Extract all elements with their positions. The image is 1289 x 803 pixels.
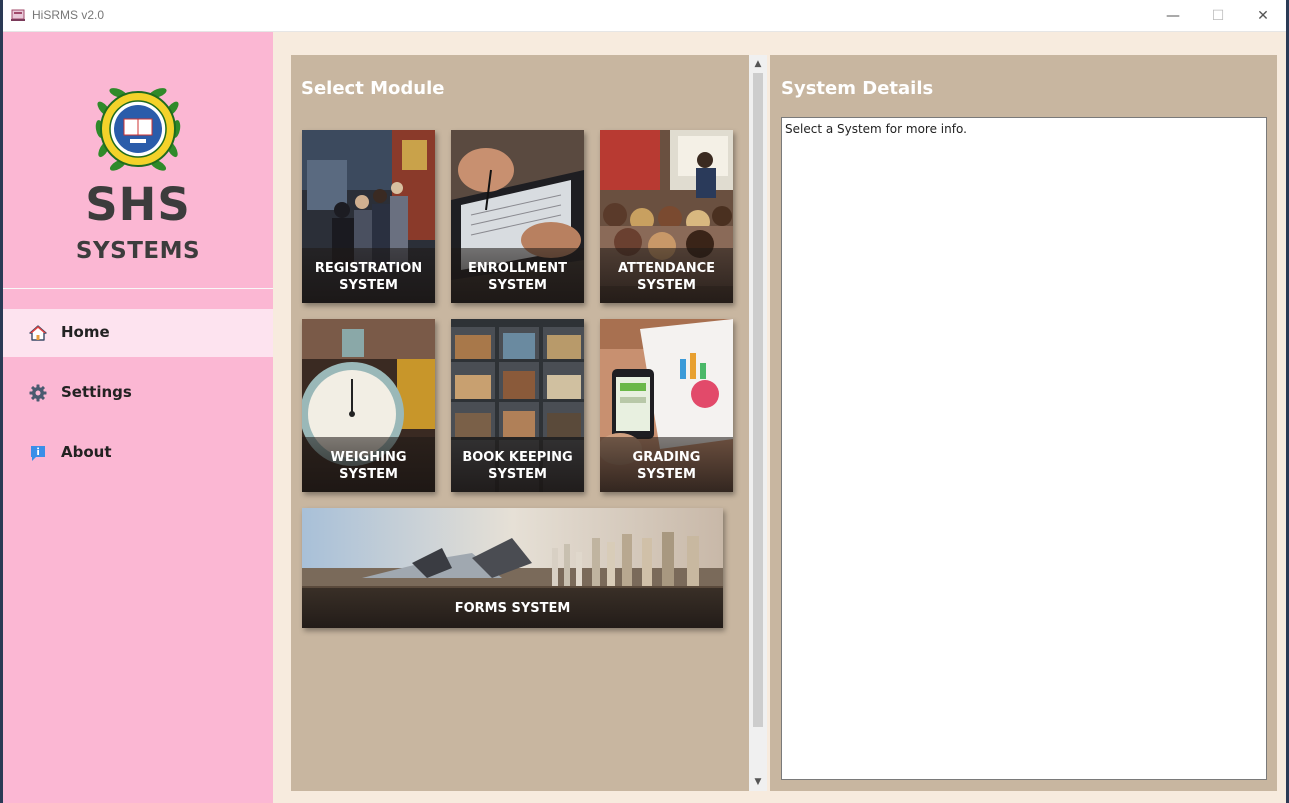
sidebar-item-label: Home	[61, 323, 110, 341]
weighing-system-tile[interactable]: WEIGHING SYSTEM	[302, 319, 435, 492]
school-seal-logo	[95, 88, 181, 171]
app-icon	[11, 9, 25, 21]
sidebar: SHS SYSTEMS Home Settings About	[3, 32, 273, 803]
info-icon	[31, 446, 45, 461]
enrollment-system-tile[interactable]: ENROLLMENT SYSTEM	[451, 130, 584, 303]
tile-label: WEIGHING SYSTEM	[330, 450, 407, 482]
forms-system-tile[interactable]: FORMS SYSTEM	[302, 508, 723, 628]
tile-label: BOOK KEEPING SYSTEM	[462, 450, 573, 482]
sidebar-item-about[interactable]: About	[3, 429, 273, 477]
tile-label: FORMS SYSTEM	[454, 601, 571, 616]
module-panel: Select Module REGISTRATION SYSTEM ENROLL…	[291, 55, 749, 791]
sidebar-item-label: About	[61, 443, 112, 461]
title-bar[interactable]: HiSRMS v2.0 — ☐ ✕	[3, 0, 1286, 32]
tile-label: ENROLLMENT SYSTEM	[468, 261, 567, 293]
scroll-thumb[interactable]	[753, 73, 763, 727]
grading-system-tile[interactable]: GRADING SYSTEM	[600, 319, 733, 492]
brand-title: SHS	[85, 178, 191, 231]
details-panel: System Details Select a System for more …	[770, 55, 1277, 791]
attendance-system-tile[interactable]: ATTENDANCE SYSTEM	[600, 130, 733, 303]
registration-system-tile[interactable]: REGISTRATION SYSTEM	[302, 130, 435, 303]
maximize-button[interactable]: ☐	[1196, 0, 1240, 32]
details-textarea[interactable]: Select a System for more info.	[781, 117, 1267, 780]
book-keeping-system-tile[interactable]: BOOK KEEPING SYSTEM	[451, 319, 584, 492]
tile-label: ATTENDANCE SYSTEM	[618, 261, 715, 293]
app-window: HiSRMS v2.0 — ☐ ✕ SHS SYSTEMS Home Setti…	[3, 0, 1286, 803]
scroll-up-icon[interactable]: ▲	[749, 56, 767, 72]
sidebar-item-home[interactable]: Home	[3, 309, 273, 357]
close-button[interactable]: ✕	[1241, 0, 1285, 32]
details-text: Select a System for more info.	[785, 122, 967, 136]
details-panel-title: System Details	[781, 78, 934, 99]
sidebar-item-settings[interactable]: Settings	[3, 369, 273, 417]
tile-label: GRADING SYSTEM	[632, 450, 701, 482]
sidebar-divider	[3, 288, 273, 289]
tile-label: REGISTRATION SYSTEM	[314, 261, 423, 293]
minimize-button[interactable]: —	[1151, 0, 1195, 32]
window-title: HiSRMS v2.0	[32, 8, 105, 22]
brand-subtitle: SYSTEMS	[75, 238, 201, 264]
gear-icon	[29, 384, 47, 402]
home-icon	[29, 325, 47, 341]
module-scrollbar[interactable]: ▲ ▼	[749, 55, 767, 791]
sidebar-item-label: Settings	[61, 383, 132, 401]
module-panel-title: Select Module	[301, 78, 445, 99]
scroll-down-icon[interactable]: ▼	[749, 774, 767, 790]
